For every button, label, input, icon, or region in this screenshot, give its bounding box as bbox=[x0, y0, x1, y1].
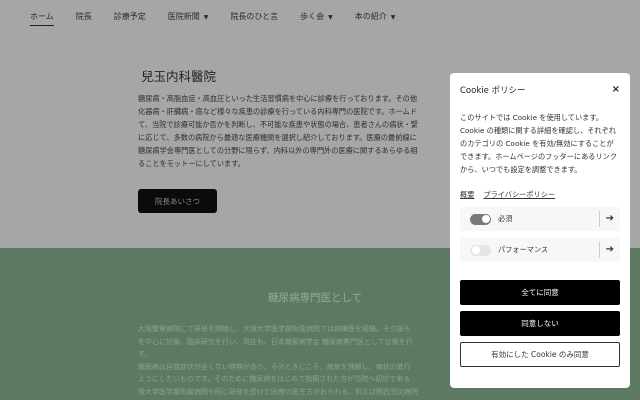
cookie-dialog: Cookie ポリシー × このサイトでは Cookie を使用しています。Co… bbox=[450, 73, 630, 388]
overview-link[interactable]: 概要 bbox=[460, 190, 474, 200]
intro-line: て、当院で診療可能か否かを判断し、不可能な疾患や状態の場合、患者さんの病状・緊 bbox=[138, 120, 418, 129]
clinic-title: 兒玉内科醫院 bbox=[141, 69, 217, 84]
caret-down-icon: ▼ bbox=[203, 14, 209, 21]
intro-line: ることをモットーにしています。 bbox=[138, 159, 245, 168]
cookie-title: Cookie ポリシー bbox=[460, 86, 526, 96]
decline-button[interactable]: 同意しない bbox=[460, 311, 620, 336]
intro-line: 糖尿病学会専門医としての分野に限らず、内科以外の専門外の医療に関するあらゆる相 bbox=[138, 146, 418, 155]
arrow-right-icon[interactable]: ➔ bbox=[598, 211, 614, 227]
category-label: パフォーマンス bbox=[498, 245, 549, 254]
section-line: 阪大学医学部附属病院や同じ研修を受けた同僚の医生方がおられる。例えば関西労災病院 bbox=[138, 387, 418, 396]
cookie-description: このサイトでは Cookie を使用しています。Cookie の種類に関する詳細… bbox=[460, 113, 618, 174]
section-text: 大阪警察病院にて研修を開始し、大阪大学医学部附属病院では病棟医を経験。その後も … bbox=[138, 323, 450, 398]
required-toggle[interactable] bbox=[470, 213, 491, 225]
intro-line: に応じて、多数の病院から最適な医療機関を選択し紹介しております。医療の最前線に bbox=[138, 133, 417, 142]
nav-label: 本の紹介 bbox=[354, 12, 387, 21]
intro-text: 糖尿病・高脂血症・高血圧といった生活習慣病を中心に診療を行っております。その他 … bbox=[138, 92, 450, 170]
intro-line: 化器病・肝臓病・癌など様々な疾患の診療を行っている内科専門の医院です。ホームド bbox=[138, 107, 418, 116]
cookie-category-performance: パフォーマンス ➔ bbox=[460, 238, 620, 262]
nav-newsletter[interactable]: 医院新聞 ▼ bbox=[168, 11, 209, 26]
nav-walking-club[interactable]: 歩く会 ▼ bbox=[300, 11, 333, 26]
nav-director-word[interactable]: 院長のひと言 bbox=[230, 11, 278, 26]
performance-toggle[interactable] bbox=[470, 244, 491, 256]
cookie-category-required: 必須 ➔ bbox=[460, 207, 620, 231]
section-line: ようにしたいものです。そのために糖尿病をはじめて指摘された方が当院へ初診で来る bbox=[138, 375, 411, 383]
nav-books[interactable]: 本の紹介 ▼ bbox=[355, 11, 396, 26]
nav-schedule[interactable]: 診療予定 bbox=[114, 11, 146, 26]
accept-selected-button[interactable]: 有効にした Cookie のみ同意 bbox=[460, 342, 620, 367]
section-line: す。 bbox=[138, 350, 152, 358]
arrow-right-icon[interactable]: ➔ bbox=[598, 242, 614, 258]
nav-director[interactable]: 院長 bbox=[76, 11, 92, 26]
caret-down-icon: ▼ bbox=[328, 14, 333, 21]
privacy-policy-link[interactable]: プライバシーポリシー bbox=[483, 190, 555, 200]
nav-home[interactable]: ホーム bbox=[30, 11, 54, 26]
greeting-button[interactable]: 院長あいさつ bbox=[138, 189, 217, 213]
section-line: を中心に診療、臨床研究を行い、現在も、日本糖尿病学会 糖尿病専門医として診療を行 bbox=[138, 337, 413, 346]
main-nav: ホーム 院長 診療予定 医院新聞 ▼ 院長のひと言 歩く会 ▼ 本の紹介 ▼ bbox=[30, 11, 417, 26]
nav-label: 歩く会 bbox=[300, 12, 325, 21]
category-label: 必須 bbox=[498, 214, 513, 223]
section-line: 糖尿病は自覚症状が全くない時期があり、そのときにこそ、病気を理解し、病状の進行 bbox=[138, 362, 411, 371]
close-icon[interactable]: × bbox=[612, 84, 620, 96]
accept-all-button[interactable]: 全てに同意 bbox=[460, 280, 620, 305]
nav-label: 医院新聞 bbox=[167, 12, 200, 21]
section-line: 大阪警察病院にて研修を開始し、大阪大学医学部附属病院では病棟医を経験。その後も bbox=[138, 325, 411, 333]
caret-down-icon: ▼ bbox=[390, 14, 396, 21]
intro-line: 糖尿病・高脂血症・高血圧といった生活習慣病を中心に診療を行っております。その他 bbox=[138, 94, 418, 103]
section-title: 糖尿病専門医として bbox=[268, 292, 363, 304]
